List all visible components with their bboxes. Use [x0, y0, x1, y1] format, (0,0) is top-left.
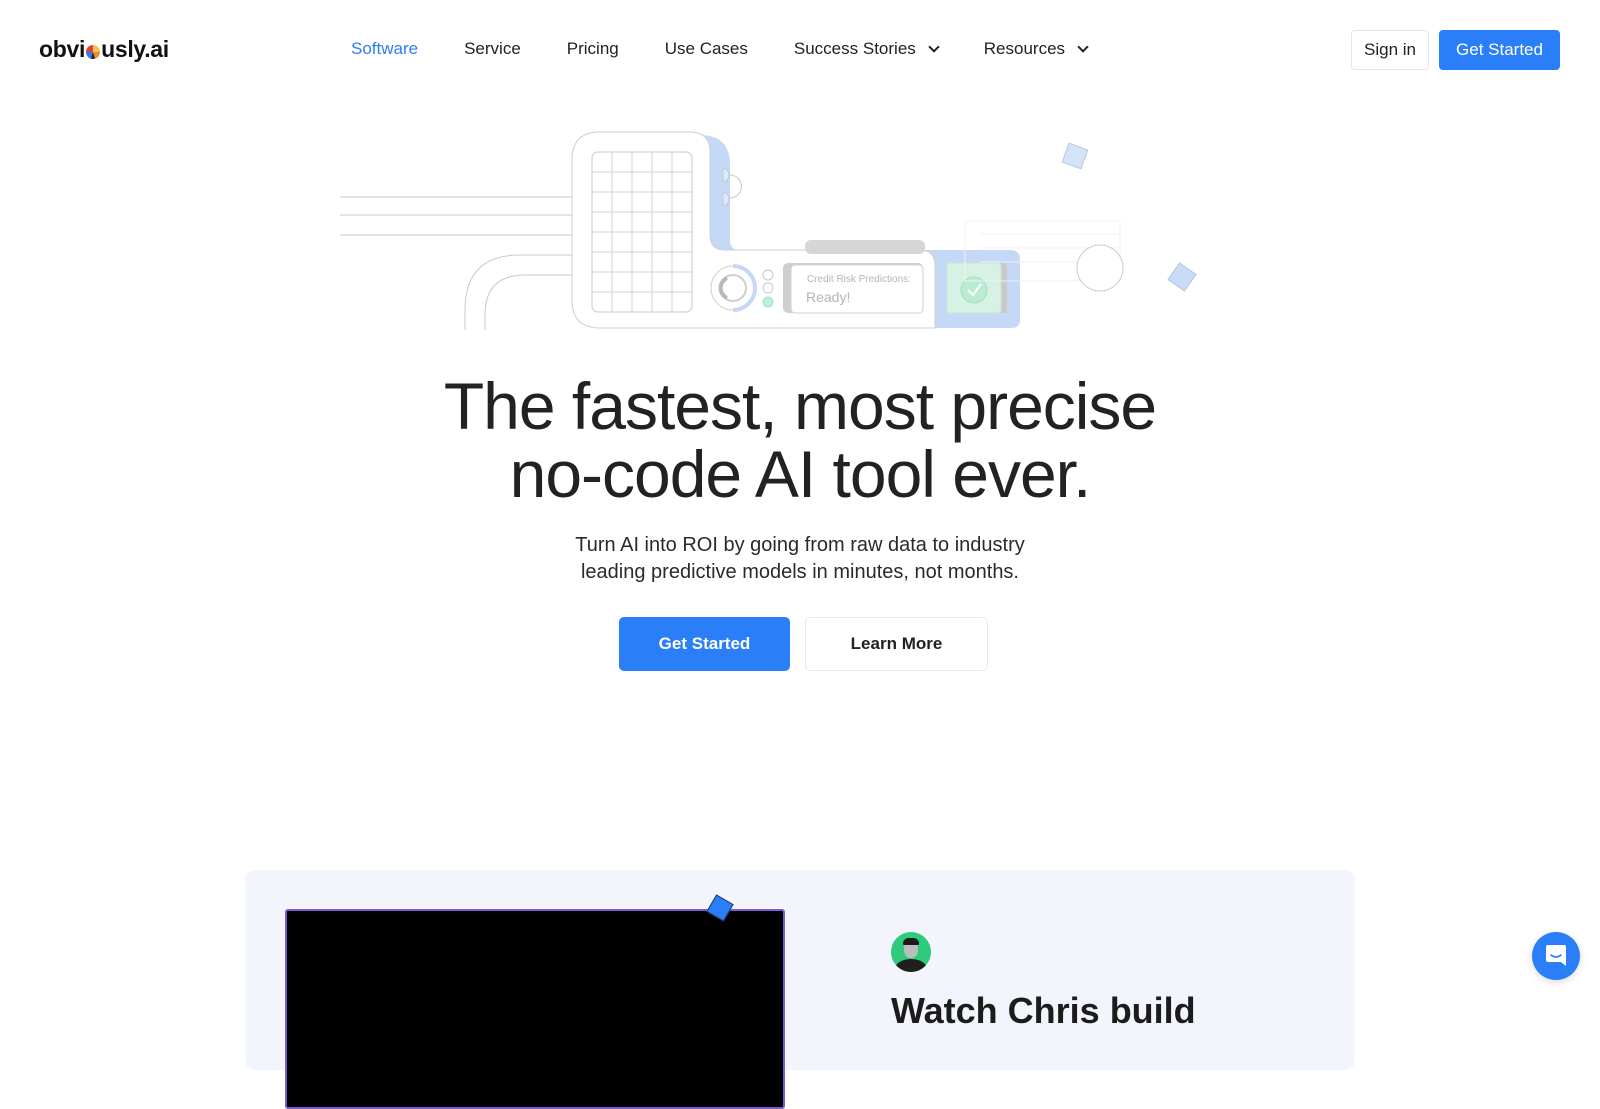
main-nav: Software Service Pricing Use Cases Succe…	[351, 36, 1133, 62]
video-section: Watch Chris build	[245, 870, 1355, 1109]
illustration-svg	[340, 131, 1197, 330]
hero-title-line-1: The fastest, most precise	[443, 369, 1157, 443]
chevron-down-icon	[928, 40, 940, 53]
hero-title-line-2: no-code AI tool ever.	[509, 437, 1092, 511]
card-top-block	[805, 240, 925, 254]
nav-item-label: Service	[464, 39, 521, 58]
site-header: obvi usly.ai Software Service Pricing Use…	[0, 0, 1600, 100]
prediction-card	[783, 263, 924, 314]
hero-cta-group: Get Started Learn More	[619, 617, 988, 671]
nav-item-resources[interactable]: Resources	[983, 39, 1089, 59]
hero-title: The fastest, most precise no-code AI too…	[0, 372, 1600, 508]
avatar	[891, 932, 931, 972]
nav-item-service[interactable]: Service	[464, 39, 521, 59]
status-dots	[762, 269, 774, 308]
nav-item-software[interactable]: Software	[351, 39, 418, 59]
learn-more-button[interactable]: Learn More	[805, 617, 988, 671]
chevron-down-icon	[1077, 40, 1089, 53]
nav-item-label: Software	[351, 39, 419, 58]
get-started-button[interactable]: Get Started	[619, 617, 790, 671]
hero-subtitle-line-1: Turn AI into ROI by going from raw data …	[575, 534, 1025, 556]
nav-item-success-stories[interactable]: Success Stories	[793, 39, 940, 59]
floating-square-icon	[1061, 142, 1089, 170]
hero-subtitle: Turn AI into ROI by going from raw data …	[0, 532, 1600, 586]
chat-icon	[1546, 945, 1566, 966]
logo-mark-icon	[86, 44, 101, 59]
dial-icon	[710, 264, 757, 312]
checkmark-icon	[946, 262, 1007, 314]
circle-shape	[1076, 244, 1124, 292]
nav-item-label: Pricing	[566, 39, 619, 58]
avatar-body	[895, 959, 927, 972]
nav-item-use-cases[interactable]: Use Cases	[665, 39, 748, 59]
logo-text-suffix: usly.ai	[101, 35, 169, 62]
pipe-lines	[340, 196, 572, 330]
data-grid-icon	[591, 151, 693, 313]
nav-item-pricing[interactable]: Pricing	[567, 39, 619, 59]
chat-launcher-button[interactable]	[1532, 932, 1580, 980]
nav-item-label: Resources	[983, 39, 1066, 58]
floating-square-icon	[1167, 262, 1197, 292]
nav-item-label: Success Stories	[793, 39, 916, 58]
avatar-hair	[903, 938, 919, 945]
logo-text-prefix: obvi	[39, 35, 86, 62]
nav-item-label: Use Cases	[664, 39, 748, 58]
card-label: Credit Risk Predictions:	[807, 274, 911, 285]
card-status: Ready!	[806, 289, 851, 305]
header-get-started-button[interactable]: Get Started	[1439, 30, 1560, 70]
hero-subtitle-line-2: leading predictive models in minutes, no…	[580, 561, 1019, 583]
logo[interactable]: obvi usly.ai	[39, 34, 169, 64]
video-section-heading: Watch Chris build	[891, 990, 1196, 1031]
hero-illustration: Credit Risk Predictions: Ready!	[330, 120, 1230, 350]
sign-in-button[interactable]: Sign in	[1351, 30, 1429, 70]
video-player[interactable]	[285, 909, 785, 1109]
